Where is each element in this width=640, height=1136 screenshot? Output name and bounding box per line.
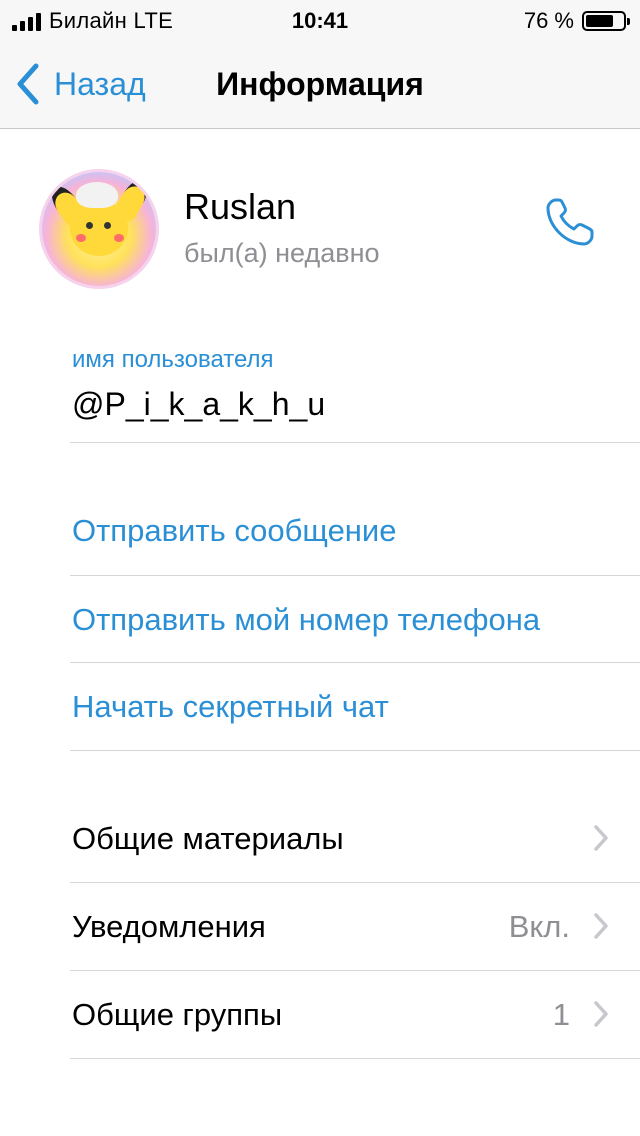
navigation-bar: Назад Информация	[0, 42, 640, 129]
chevron-right-icon	[594, 913, 608, 939]
avatar[interactable]	[42, 172, 156, 286]
page-title: Информация	[216, 66, 424, 102]
battery-percent: 76 %	[523, 8, 574, 33]
divider	[70, 1058, 640, 1059]
battery-icon	[582, 11, 630, 31]
share-phone-button[interactable]: Отправить мой номер телефона	[0, 576, 640, 664]
shared-media-label: Общие материалы	[72, 821, 344, 856]
username-value[interactable]: @P_i_k_a_k_h_u	[72, 386, 325, 423]
shared-media-row[interactable]: Общие материалы	[0, 795, 640, 883]
phone-icon[interactable]	[540, 192, 600, 252]
send-message-label: Отправить сообщение	[72, 513, 397, 548]
share-phone-label: Отправить мой номер телефона	[72, 602, 541, 637]
common-groups-row[interactable]: Общие группы 1	[0, 971, 640, 1059]
chevron-right-icon	[594, 825, 608, 851]
common-groups-count: 1	[552, 997, 570, 1032]
username-label: имя пользователя	[72, 346, 274, 373]
status-right: 76 %	[523, 8, 630, 34]
profile-name: Ruslan	[184, 186, 297, 227]
divider	[70, 442, 640, 443]
notifications-row[interactable]: Уведомления Вкл.	[0, 883, 640, 971]
status-bar: Билайн LTE 10:41 76 %	[0, 0, 640, 42]
send-message-button[interactable]: Отправить сообщение	[0, 487, 640, 575]
notifications-label: Уведомления	[72, 909, 266, 944]
chevron-right-icon	[594, 1001, 608, 1027]
secret-chat-button[interactable]: Начать секретный чат	[0, 663, 640, 751]
secret-chat-label: Начать секретный чат	[72, 689, 389, 724]
profile-status: был(а) недавно	[184, 238, 380, 268]
divider	[70, 750, 640, 751]
common-groups-label: Общие группы	[72, 997, 283, 1032]
notifications-value: Вкл.	[508, 909, 570, 944]
